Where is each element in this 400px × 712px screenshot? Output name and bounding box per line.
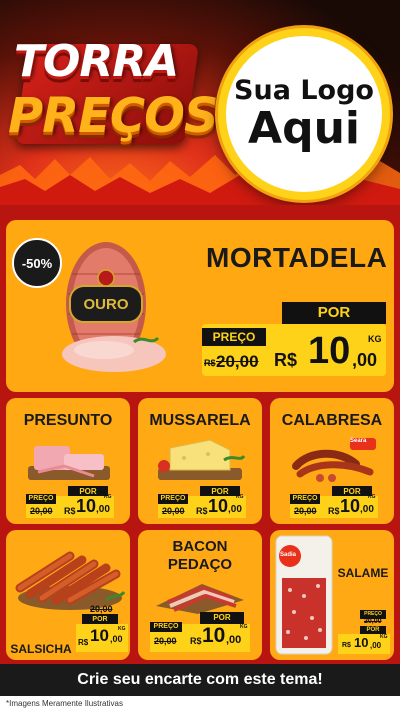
price-integer: 10	[308, 330, 351, 372]
price-integer: 10	[76, 496, 97, 516]
featured-card-mortadela[interactable]: OURO -50% MORTADELA POR PREÇO R$ 20,00 R…	[6, 220, 394, 392]
price-cents: ,00	[96, 504, 110, 515]
product-name-line1: BACON	[172, 538, 228, 555]
price-integer: 10	[354, 635, 369, 650]
price-cents: ,00	[110, 634, 123, 644]
product-card-mussarela[interactable]: MUSSARELA POR PREÇO 20,00 R$ 10 ,00 KG	[138, 398, 262, 524]
product-name: PRESUNTO	[23, 412, 113, 429]
old-price: 20,00	[216, 352, 259, 371]
currency: R$	[342, 642, 351, 649]
product-name: MUSSARELA	[149, 412, 251, 429]
preco-tag: PREÇO	[202, 328, 266, 346]
logo-line2: Aqui	[248, 102, 360, 154]
product-name-line2: PEDAÇO	[167, 556, 233, 573]
presunto-image	[28, 446, 110, 480]
preco-tag: PREÇO	[26, 494, 56, 504]
price-cents: ,00	[228, 504, 242, 515]
preco-tag: PREÇO	[150, 622, 182, 632]
brand-line1: TORRA	[14, 36, 179, 87]
logo-line1: Sua Logo	[234, 75, 374, 107]
old-price: 20,00	[162, 506, 185, 516]
old-price: 20,00	[90, 604, 113, 614]
mortadela-brand-label: OURO	[83, 296, 129, 313]
product-name: SALAME	[337, 566, 389, 580]
cta-banner[interactable]: Crie seu encarte com este tema!	[0, 664, 400, 696]
price-unit: KG	[240, 624, 248, 630]
featured-product-name: MORTADELA	[206, 242, 388, 273]
disclaimer-text: *Imagens Meramente Ilustrativas	[0, 696, 400, 712]
por-tag: POR	[282, 302, 386, 324]
product-card-bacon[interactable]: BACON PEDAÇO POR PREÇO 20,00 R$ 10 ,00 K…	[138, 530, 262, 660]
old-price: 20,00	[294, 506, 317, 516]
salsicha-image	[15, 551, 126, 610]
price-unit: KG	[368, 494, 376, 500]
price-unit: KG	[104, 494, 112, 500]
product-card-salsicha[interactable]: POR 20,00 R$ 10 ,00 KG SALSICHA	[6, 530, 130, 660]
torra-precos-logo: TORRA PREÇOS	[8, 36, 219, 156]
price-cents: ,00	[360, 504, 374, 515]
currency: R$	[78, 638, 89, 647]
por-tag: POR	[200, 612, 244, 624]
mussarela-image	[158, 439, 246, 480]
currency: R$	[190, 636, 202, 646]
price-unit: KG	[380, 634, 388, 640]
price-integer: 10	[90, 626, 109, 645]
price-unit: KG	[236, 494, 244, 500]
sadia-brand-label: Sadia	[280, 552, 297, 558]
seara-brand-label: Seara	[350, 438, 367, 444]
price-unit: KG	[368, 334, 382, 344]
product-card-calabresa[interactable]: CALABRESA Seara POR PREÇO 20,00 R$ 10 ,0…	[270, 398, 394, 524]
currency: R$	[196, 506, 208, 516]
product-card-salame[interactable]: Sadia SALAME PREÇO 20,00 POR R$ 10 ,00 K…	[270, 530, 394, 660]
price-cents: ,00	[352, 350, 378, 370]
old-price-prefix: R$	[204, 358, 216, 368]
price-integer: 10	[340, 496, 361, 516]
preco-tag: PREÇO	[290, 494, 320, 504]
bacon-image	[156, 584, 244, 614]
currency: R$	[274, 350, 298, 370]
currency: R$	[64, 506, 76, 516]
logo-placeholder[interactable]: Sua Logo Aqui	[218, 28, 390, 200]
price-unit: KG	[118, 626, 126, 632]
brand-line2: PREÇOS	[8, 88, 219, 144]
header-banner: TORRA PREÇOS Sua Logo Aqui	[0, 0, 400, 205]
price-cents: ,00	[226, 634, 242, 646]
product-name: CALABRESA	[281, 412, 383, 429]
price-cents: ,00	[370, 641, 382, 650]
discount-badge: -50%	[12, 238, 62, 288]
old-price: 20,00	[30, 506, 53, 516]
old-price: 20,00	[364, 618, 382, 625]
old-price: 20,00	[154, 636, 177, 646]
currency: R$	[328, 506, 340, 516]
price-integer: 10	[202, 624, 226, 647]
preco-tag: PREÇO	[158, 494, 188, 504]
product-card-presunto[interactable]: PRESUNTO POR PREÇO 20,00 R$ 10 ,00 KG	[6, 398, 130, 524]
product-name: SALSICHA	[10, 642, 72, 656]
price-integer: 10	[208, 496, 229, 516]
